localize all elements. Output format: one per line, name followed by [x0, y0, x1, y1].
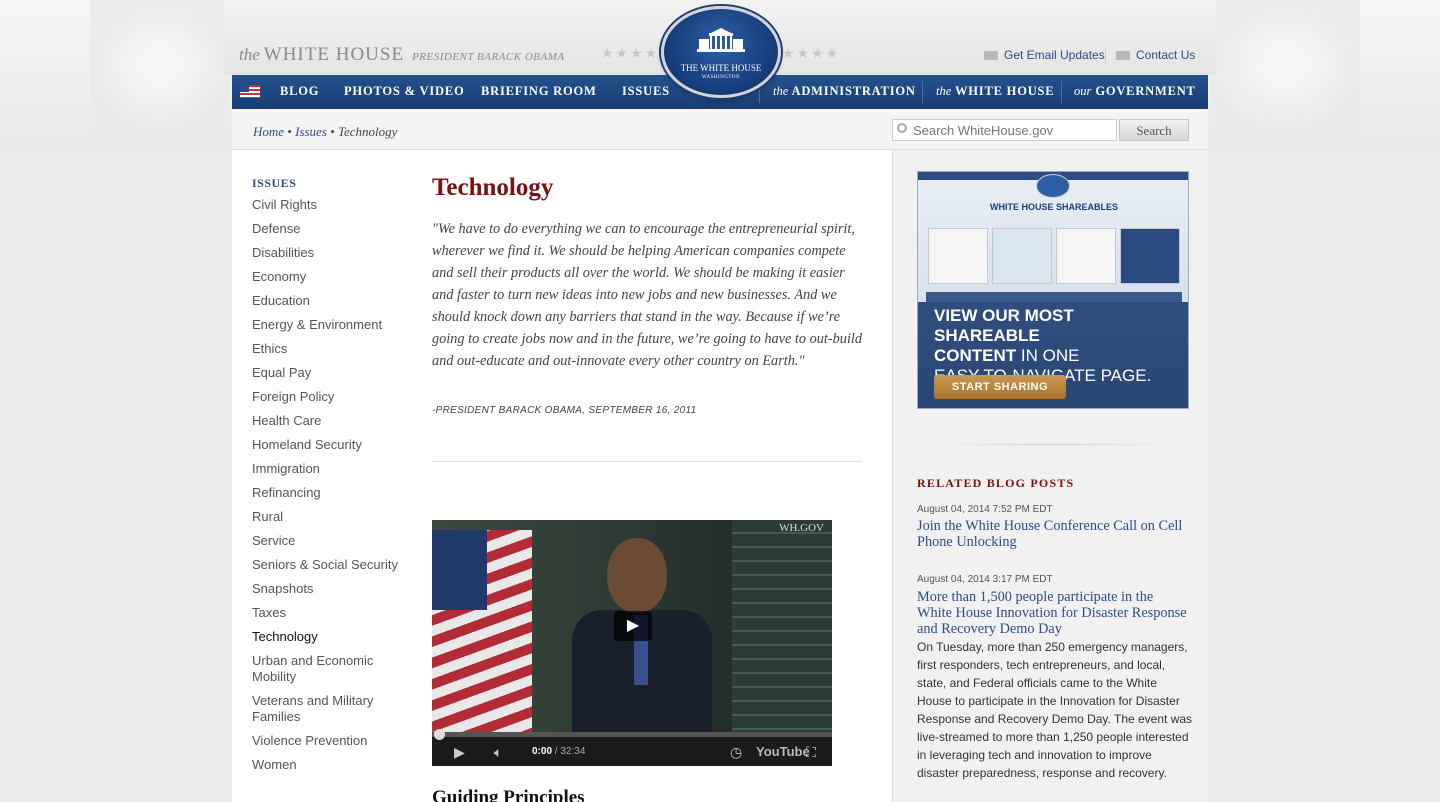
post-title-link[interactable]: More than 1,500 people participate in th…: [917, 589, 1187, 637]
sidebar-item[interactable]: Civil Rights: [252, 197, 412, 213]
sidebar-item[interactable]: Service: [252, 533, 412, 549]
sidebar-item[interactable]: Disabilities: [252, 245, 412, 261]
nav-our-government[interactable]: our GOVERNMENT: [1074, 84, 1196, 99]
start-sharing-button[interactable]: START SHARING: [934, 375, 1066, 399]
nav-issues[interactable]: ISSUES: [622, 84, 670, 99]
breadcrumb-current: Technology: [337, 124, 398, 139]
video-flag-image: [432, 530, 532, 732]
column-decoration-left: [90, 0, 230, 130]
promo-title: WHITE HOUSE SHAREABLES: [989, 202, 1118, 212]
sidebar-item[interactable]: Snapshots: [252, 581, 412, 597]
seal-label: THE WHITE HOUSE WASHINGTON: [680, 63, 762, 80]
nav-blog[interactable]: BLOG: [280, 84, 319, 99]
sidebar-item[interactable]: Defense: [252, 221, 412, 237]
promo-headline: VIEW OUR MOST SHAREABLE CONTENT IN ONE E…: [934, 306, 1152, 385]
video-player[interactable]: WH.GOV ▶ ▶ 🔈︎ 0:00 / 32:34 ◷ YouTube ⛶: [432, 520, 832, 766]
nav-divider: [1061, 81, 1062, 103]
nav-administration[interactable]: the ADMINISTRATION: [773, 84, 916, 99]
contact-us-link[interactable]: Contact Us: [1116, 48, 1195, 62]
sidebar-item[interactable]: Seniors & Social Security: [252, 557, 412, 573]
search-input[interactable]: Search WhiteHouse.gov: [892, 119, 1117, 141]
video-equipment-image: [732, 520, 832, 732]
sidebar-item[interactable]: Women: [252, 757, 412, 773]
breadcrumb-home[interactable]: Home: [253, 124, 284, 139]
post-date: August 04, 2014 7:52 PM EDT: [917, 504, 1053, 515]
sidebar-item[interactable]: Taxes: [252, 605, 412, 621]
stars-decoration-left: ★★★★: [601, 45, 660, 61]
promo-seal-icon: [1036, 174, 1070, 198]
shareables-promo-banner[interactable]: WHITE HOUSE SHAREABLES VIEW OUR MOST SHA…: [917, 171, 1189, 409]
sidebar-item[interactable]: Urban and Economic Mobility: [252, 653, 412, 685]
sidebar-item[interactable]: Veterans and Military Families: [252, 693, 412, 725]
sidebar-item[interactable]: Rural: [252, 509, 412, 525]
sidebar-item[interactable]: Equal Pay: [252, 365, 412, 381]
post-title-link[interactable]: Join the White House Conference Call on …: [917, 518, 1187, 550]
nav-white-house[interactable]: the WHITE HOUSE: [936, 84, 1054, 99]
breadcrumb-bar: Home • Issues • Technology Search WhiteH…: [232, 109, 1208, 150]
video-watermark: WH.GOV: [779, 522, 824, 534]
white-house-seal[interactable]: THE WHITE HOUSE WASHINGTON: [661, 6, 781, 98]
volume-icon[interactable]: 🔈︎: [494, 744, 502, 761]
video-scrubber-handle[interactable]: [434, 729, 445, 740]
speech-bubble-icon: [1116, 51, 1130, 61]
search-button[interactable]: Search: [1119, 119, 1189, 141]
promo-thumbnails: [928, 228, 1180, 284]
clock-icon[interactable]: ◷: [730, 744, 742, 761]
section-heading: Guiding Principles: [432, 787, 585, 802]
right-sidebar: WHITE HOUSE SHAREABLES VIEW OUR MOST SHA…: [892, 150, 1208, 802]
nav-briefing-room[interactable]: BRIEFING ROOM: [481, 84, 597, 99]
us-flag-icon: [240, 85, 260, 98]
sidebar-item[interactable]: Violence Prevention: [252, 733, 412, 749]
presidential-quote: "We have to do everything we can to enco…: [432, 221, 863, 369]
breadcrumb: Home • Issues • Technology: [253, 124, 398, 139]
content-divider: [432, 461, 862, 462]
sidebar-item[interactable]: Homeland Security: [252, 437, 412, 453]
sidebar-item[interactable]: Economy: [252, 269, 412, 285]
sidebar-item[interactable]: Refinancing: [252, 485, 412, 501]
page-title: Technology: [432, 174, 554, 201]
fullscreen-icon[interactable]: ⛶: [806, 744, 816, 761]
page-wrapper: the WHITE HOUSE PRESIDENT BARACK OBAMA ★…: [224, 0, 1216, 802]
site-logo[interactable]: the WHITE HOUSE PRESIDENT BARACK OBAMA: [239, 44, 565, 66]
issues-heading: ISSUES: [252, 176, 297, 190]
utility-divider: [1105, 48, 1106, 64]
breadcrumb-issues[interactable]: Issues: [295, 124, 327, 139]
sidebar-item[interactable]: Immigration: [252, 461, 412, 477]
sidebar-item[interactable]: Technology: [252, 629, 412, 645]
nav-photos-video[interactable]: PHOTOS & VIDEO: [344, 84, 464, 99]
column-decoration-right: [1210, 0, 1360, 130]
sidebar-item[interactable]: Education: [252, 293, 412, 309]
search-icon: [897, 123, 907, 133]
video-progress-bar[interactable]: [432, 732, 832, 737]
sidebar-item[interactable]: Foreign Policy: [252, 389, 412, 405]
quote-attribution: -PRESIDENT BARACK OBAMA, SEPTEMBER 16, 2…: [432, 405, 697, 416]
youtube-logo[interactable]: YouTube: [756, 744, 810, 759]
play-icon[interactable]: ▶: [454, 744, 465, 761]
video-time: 0:00 / 32:34: [532, 746, 586, 757]
sidebar-item[interactable]: Energy & Environment: [252, 317, 412, 333]
main-content: ISSUES Civil Rights Defense Disabilities Ec…: [232, 150, 892, 802]
promo-tabs-strip: [926, 292, 1182, 302]
video-play-button[interactable]: ▶: [614, 611, 652, 641]
nav-divider: [922, 81, 923, 103]
stars-decoration-right: ★★★★: [782, 45, 841, 61]
white-house-building-icon: [697, 28, 745, 52]
sidebar-divider: [933, 443, 1173, 446]
related-posts-heading: RELATED BLOG POSTS: [917, 476, 1075, 490]
post-excerpt: On Tuesday, more than 250 emergency mana…: [917, 640, 1193, 780]
post-date: August 04, 2014 3:17 PM EDT: [917, 574, 1053, 585]
email-updates-link[interactable]: Get Email Updates: [984, 48, 1105, 62]
sidebar-item[interactable]: Ethics: [252, 341, 412, 357]
sidebar-item[interactable]: Health Care: [252, 413, 412, 429]
issues-list: Civil Rights Defense Disabilities Economy Ed…: [252, 197, 412, 781]
envelope-icon: [984, 51, 998, 61]
